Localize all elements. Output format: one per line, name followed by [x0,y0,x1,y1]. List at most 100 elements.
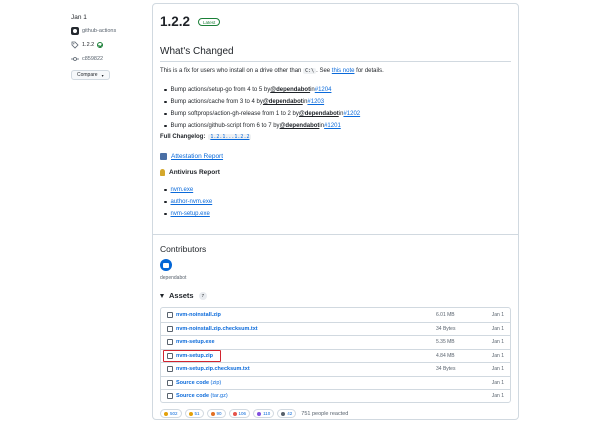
attestation-link[interactable]: Attestation Report [171,153,223,160]
thumbs-up-icon [164,411,168,416]
asset-name[interactable]: nvm-setup.exe [176,339,215,345]
laugh-icon [188,411,193,416]
tag-icon [71,41,79,49]
pr-link[interactable]: #1201 [324,123,341,129]
file-icon [167,325,173,332]
asset-date: Jan 1 [491,366,504,373]
list-item: Bump softprops/action-gh-release from 1 … [164,108,361,120]
package-icon [167,352,173,359]
asset-name[interactable]: Source code [176,393,209,399]
contributors-heading: Contributors [160,244,207,254]
asset-link[interactable]: nvm-setup.zip [176,353,213,359]
asset-name[interactable]: nvm-noinstall.zip.checksum.txt [176,326,258,332]
asset-link[interactable]: nvm-noinstall.zip [176,312,221,318]
heading-divider [160,61,511,62]
heart-icon [232,411,237,416]
release-title[interactable]: 1.2.2 [160,14,190,29]
asset-size: 34 Bytes [436,325,456,332]
reaction-count: 51 [194,411,200,416]
asset-name[interactable]: nvm-setup.zip.checksum.txt [176,366,250,372]
asset-format[interactable]: (zip) [211,380,222,386]
release-card: 1.2.2 Latest What's Changed This is a fi… [152,3,519,420]
people-reacted: 751 people reacted [301,410,349,417]
whats-changed-heading: What's Changed [160,46,234,57]
changelog-label: Full Changelog: [160,134,206,140]
reaction-tada[interactable]: 90 [206,409,226,418]
asset-name[interactable]: nvm-noinstall.zip [176,312,221,318]
table-row[interactable]: Source code (tar.gz) Jan 1 [161,389,510,403]
pr-link[interactable]: #1203 [307,99,324,105]
asset-size: 5.35 MB [436,339,455,346]
author-name[interactable]: github-actions [82,28,116,34]
release-title-row: 1.2.2 Latest [160,14,221,29]
table-row[interactable]: nvm-noinstall.zip 6.01 MB Jan 1 [161,308,510,322]
asset-date: Jan 1 [491,311,504,318]
list-item[interactable]: author-nvm.exe [164,196,213,208]
full-changelog: Full Changelog: 1.2.1...1.2.2 [160,134,252,140]
reaction-count: 110 [263,411,271,416]
asset-size: 4.84 MB [436,352,455,359]
verified-icon [97,42,104,48]
table-row[interactable]: nvm-setup.zip.checksum.txt 34 Bytes Jan … [161,362,510,376]
tag-label[interactable]: 1.2.2 [82,42,94,48]
asset-name[interactable]: nvm-setup.zip [176,353,213,359]
asset-size: 34 Bytes [436,366,456,373]
commit-sha[interactable]: c859822 [82,56,103,62]
av-link[interactable]: nvm-setup.exe [171,211,210,217]
change-text: Bump actions/github-script from 6 to 7 b… [170,123,280,129]
assets-count-badge: 7 [198,291,208,300]
package-icon [167,311,173,318]
tag-row[interactable]: 1.2.2 [71,41,141,49]
reaction-heart[interactable]: 106 [228,409,251,418]
contributor-name[interactable]: dependabot [160,275,186,281]
release-meta: Jan 1 github-actions 1.2.2 c859822 Compa… [71,14,141,80]
table-row[interactable]: nvm-setup.exe 5.35 MB Jan 1 [161,335,510,349]
table-row[interactable]: nvm-noinstall.zip.checksum.txt 34 Bytes … [161,321,510,336]
asset-date: Jan 1 [491,393,504,400]
pr-link[interactable]: #1204 [315,87,332,93]
table-row[interactable]: nvm-setup.zip 4.84 MB Jan 1 [161,348,510,363]
antivirus-links: nvm.exe author-nvm.exe nvm-setup.exe [164,184,213,220]
this-note-link[interactable]: this note [332,68,355,74]
change-text: Bump actions/cache from 3 to 4 by [170,99,263,105]
author-row[interactable]: github-actions [71,27,141,35]
reaction-rocket[interactable]: 110 [253,409,275,418]
commit-icon [71,57,79,61]
asset-link[interactable]: Source code (zip) [176,380,221,386]
document-icon [160,153,167,160]
reaction-thumbs-up[interactable]: 502 [160,409,182,418]
user-link[interactable]: @dependabot [280,123,320,129]
assets-heading: Assets [169,291,194,300]
compare-button[interactable]: Compare ▾ [71,70,110,80]
asset-link[interactable]: Source code (tar.gz) [176,393,228,399]
assets-toggle[interactable]: Assets 7 [160,291,208,300]
intro-after: for details. [354,68,384,74]
list-item: Bump actions/github-script from 6 to 7 b… [164,120,360,132]
av-link[interactable]: author-nvm.exe [171,199,213,205]
reaction-eyes[interactable]: 42 [277,409,297,418]
changes-list: Bump actions/setup-go from 4 to 5 by @de… [164,84,361,132]
attestation-report[interactable]: Attestation Report [160,153,223,160]
asset-name[interactable]: Source code [176,380,209,386]
asset-format[interactable]: (tar.gz) [211,393,228,399]
asset-link[interactable]: nvm-noinstall.zip.checksum.txt [176,326,258,332]
asset-link[interactable]: nvm-setup.exe [176,339,215,345]
dependabot-avatar[interactable] [160,259,172,271]
changelog-link[interactable]: 1.2.1...1.2.2 [208,134,252,140]
table-row[interactable]: Source code (zip) Jan 1 [161,375,510,390]
file-icon [167,366,173,373]
pr-link[interactable]: #1202 [343,111,360,117]
user-link[interactable]: @dependabot [299,111,339,117]
av-link[interactable]: nvm.exe [171,187,194,193]
reaction-laugh[interactable]: 51 [184,409,204,418]
user-link[interactable]: @dependabot [263,99,303,105]
assets-list: nvm-noinstall.zip 6.01 MB Jan 1 nvm-noin… [160,307,511,403]
list-item[interactable]: nvm-setup.exe [164,208,212,220]
user-link[interactable]: @dependabot [270,87,310,93]
commit-row[interactable]: c859822 [71,55,141,63]
list-item[interactable]: nvm.exe [164,184,212,196]
antivirus-label: Antivirus Report [169,169,220,176]
file-zip-icon [167,379,173,386]
asset-link[interactable]: nvm-setup.zip.checksum.txt [176,366,250,372]
asset-date: Jan 1 [491,325,504,332]
